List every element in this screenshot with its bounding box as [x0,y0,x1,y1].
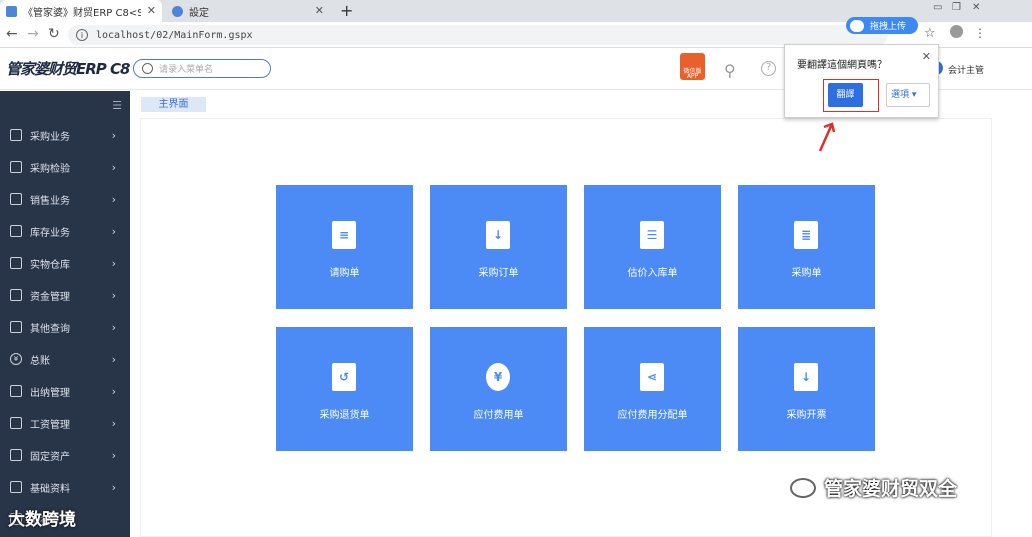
gear-icon [172,5,183,17]
url-field[interactable]: i localhost/02/MainForm.gspx [68,25,888,45]
collapse-menu-icon[interactable]: ☰ [112,99,122,112]
translate-popup: 要翻譯這個網頁嗎？ ✕ 翻譯 選項 ▾ [784,44,939,118]
chevron-right-icon: › [111,224,116,238]
breadcrumb-home-tab[interactable]: 主界面 [141,97,206,112]
sidebar-item-basic-data[interactable]: 基础资料 › [0,471,130,503]
chevron-right-icon: › [111,320,116,334]
tile-requisition[interactable]: ≡ 请购单 [276,185,413,309]
form-icon [10,321,22,333]
stamp-icon[interactable]: ⚲ [724,61,736,80]
chevron-right-icon: › [111,384,116,398]
sidebar-item-purchase[interactable]: 采购业务 › [0,119,130,151]
sidebar-item-purchase-inspection[interactable]: 采购检验 › [0,151,130,183]
sidebar-item-cashier[interactable]: 出纳管理 › [0,375,130,407]
translate-button[interactable]: 翻譯 [828,83,863,107]
caret-down-icon: ▾ [911,90,917,100]
app-logo: 管家婆财贸ERP C8 [6,60,130,78]
warehouse-icon [10,257,22,269]
building-icon [10,449,22,461]
wechat-icon [790,477,816,498]
user-name[interactable]: 会计主管 [948,63,984,76]
sidebar-item-sales[interactable]: 销售业务 › [0,183,130,215]
profile-icon[interactable] [950,25,963,38]
back-icon[interactable]: ← [6,26,18,42]
sidebar: ☰ 采购业务 › 采购检验 › 销售业务 › 库存业务 › 实物仓库 › 资金管理 › 其他… [0,91,130,537]
database-icon [10,481,22,493]
sidebar-item-general-ledger[interactable]: ¥ 总账 › [0,343,130,375]
chevron-right-icon: › [111,128,116,142]
drag-upload-badge[interactable]: 拖拽上传 [846,17,918,34]
forward-icon[interactable]: → [27,26,39,42]
info-icon[interactable]: i [76,29,88,41]
restore-icon[interactable]: ❐ [952,2,961,13]
watermark-right: 管家婆财贸双全 [790,474,957,501]
close-tab-icon[interactable]: ✕ [315,4,324,17]
chevron-right-icon: › [111,416,116,430]
yen-icon: ¥ [10,353,22,365]
tile-purchase-return[interactable]: ↺ 采购退货单 [276,327,413,451]
menu-search-input[interactable]: 请录入菜单名 [133,59,271,78]
chevron-right-icon: › [111,448,116,462]
estimate-stock-icon: ☰ [640,221,664,249]
payable-hand-icon: ¥ [486,363,510,391]
tab-erp[interactable]: 《管家婆》财贸ERP C8<S> V19.0 ✕ [0,0,162,22]
sidebar-item-funds[interactable]: 资金管理 › [0,279,130,311]
search-icon [142,63,153,74]
minimize-icon[interactable]: ▭ [933,2,942,13]
close-tab-icon[interactable]: ✕ [147,4,156,17]
salary-icon [10,417,22,429]
purchase-doc-icon: ≣ [794,221,818,249]
close-icon[interactable]: ✕ [922,50,931,63]
invoice-icon: ↓ [794,363,818,391]
options-dropdown[interactable]: 選項 ▾ [886,83,930,107]
tile-purchase-order[interactable]: ↓ 采购订单 [430,185,567,309]
tile-payable-expense[interactable]: ¥ 应付费用单 [430,327,567,451]
sidebar-item-fixed-assets[interactable]: 固定资产 › [0,439,130,471]
cloud-icon [850,19,864,32]
sidebar-item-payroll[interactable]: 工资管理 › [0,407,130,439]
menu-kebab-icon[interactable]: ⋮ [974,26,986,40]
inbox-icon [10,225,22,237]
tile-purchase-invoice[interactable]: ↓ 采购开票 [738,327,875,451]
sidebar-item-other-query[interactable]: 其他查询 › [0,311,130,343]
reload-icon[interactable]: ↻ [48,26,60,42]
wechat-app-badge[interactable]: 微信版APP [680,53,705,80]
sidebar-item-warehouse[interactable]: 实物仓库 › [0,247,130,279]
red-arrow-annotation [818,122,836,152]
tile-estimate-stock-in[interactable]: ☰ 估价入库单 [584,185,721,309]
chevron-right-icon: › [111,256,116,270]
chevron-right-icon: › [111,352,116,366]
chevron-right-icon: › [111,160,116,174]
star-icon[interactable]: ☆ [924,26,936,41]
translate-question: 要翻譯這個網頁嗎？ [797,60,887,71]
basket-check-icon [10,161,22,173]
requisition-doc-icon: ≡ [332,221,356,249]
share-doc-icon: ⋖ [640,363,664,391]
moneybag-icon [10,289,22,301]
help-icon[interactable]: ? [761,61,776,76]
basket-icon [10,129,22,141]
order-download-icon: ↓ [486,221,510,249]
ledger-icon [10,385,22,397]
erp-favicon-icon [6,5,17,17]
return-doc-icon: ↺ [332,363,356,391]
clipboard-icon [10,193,22,205]
chevron-right-icon: › [111,288,116,302]
tab-settings[interactable]: 設定 ✕ [166,0,330,22]
tile-payable-expense-allocation[interactable]: ⋖ 应付费用分配单 [584,327,721,451]
chevron-right-icon: › [111,480,116,494]
new-tab-button[interactable]: + [340,1,353,20]
close-window-icon[interactable]: ✕ [972,2,980,13]
watermark-left: 大数跨境 [8,510,76,530]
sidebar-item-inventory[interactable]: 库存业务 › [0,215,130,247]
tile-purchase-doc[interactable]: ≣ 采购单 [738,185,875,309]
chevron-right-icon: › [111,192,116,206]
